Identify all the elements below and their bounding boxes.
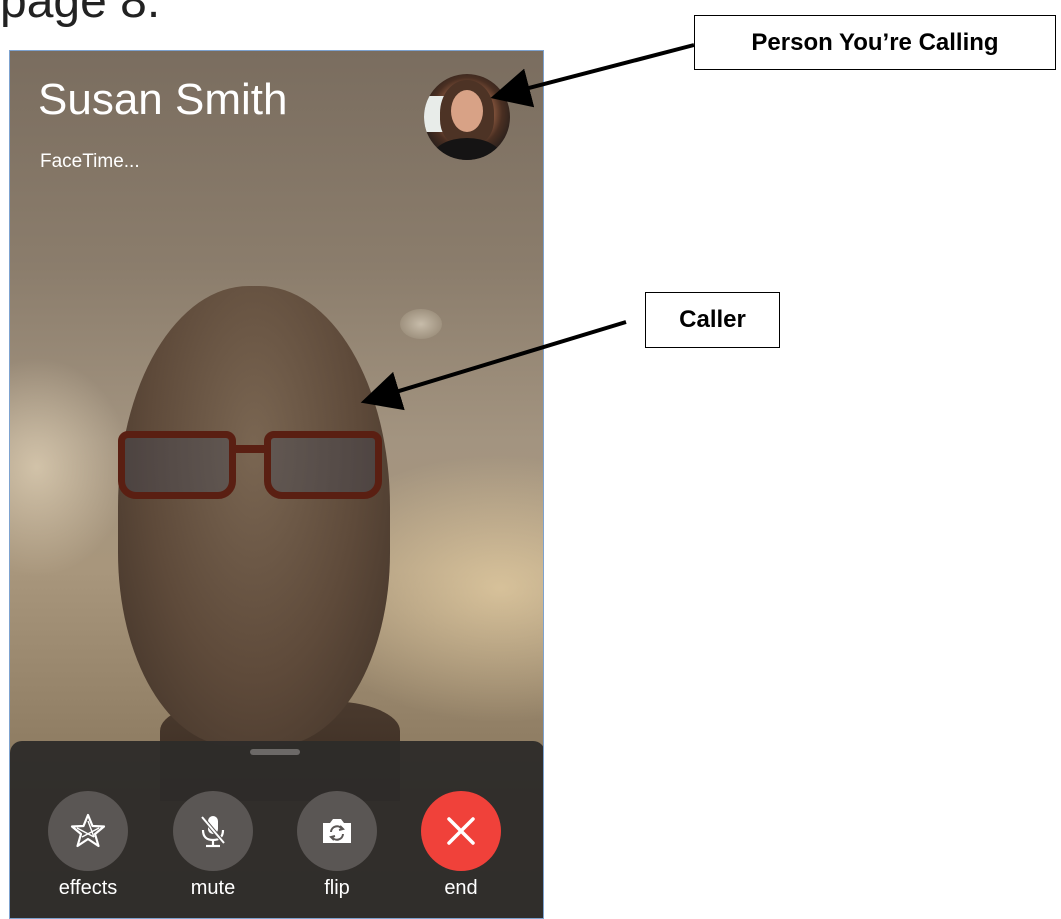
avatar-body	[432, 138, 502, 160]
contact-name: Susan Smith	[38, 75, 288, 124]
flip-button[interactable]	[297, 791, 377, 871]
ceiling-light	[400, 309, 442, 339]
flip-control: flip	[292, 791, 382, 900]
caller-video-feed	[118, 286, 390, 746]
effects-label: effects	[58, 877, 118, 899]
end-control: end	[416, 791, 506, 900]
call-status: FaceTime...	[40, 151, 140, 172]
mute-label: mute	[190, 877, 236, 899]
callout-caller: Caller	[645, 292, 780, 348]
mute-button[interactable]	[173, 791, 253, 871]
end-call-button[interactable]	[421, 791, 501, 871]
recipient-avatar[interactable]	[424, 74, 510, 160]
flip-label: flip	[324, 877, 350, 899]
call-control-panel: effects mute flip end	[10, 741, 543, 918]
star-icon	[70, 813, 106, 848]
effects-button[interactable]	[48, 791, 128, 871]
glasses-lens-left	[118, 431, 236, 499]
end-label: end	[444, 877, 478, 899]
caller-glasses	[114, 431, 386, 503]
camera-flip-icon	[323, 819, 351, 843]
microphone-slash-icon	[200, 815, 226, 848]
effects-control: effects	[43, 791, 133, 900]
close-icon	[447, 817, 475, 845]
glasses-lens-right	[264, 431, 382, 499]
page-heading: page 8.	[0, 0, 161, 28]
facetime-call-screen: Susan Smith FaceTime... effects mute fli…	[9, 50, 544, 919]
mute-control: mute	[168, 791, 258, 900]
panel-grab-handle[interactable]	[250, 749, 300, 755]
callout-person-calling: Person You’re Calling	[694, 15, 1056, 70]
avatar-face	[451, 90, 483, 132]
